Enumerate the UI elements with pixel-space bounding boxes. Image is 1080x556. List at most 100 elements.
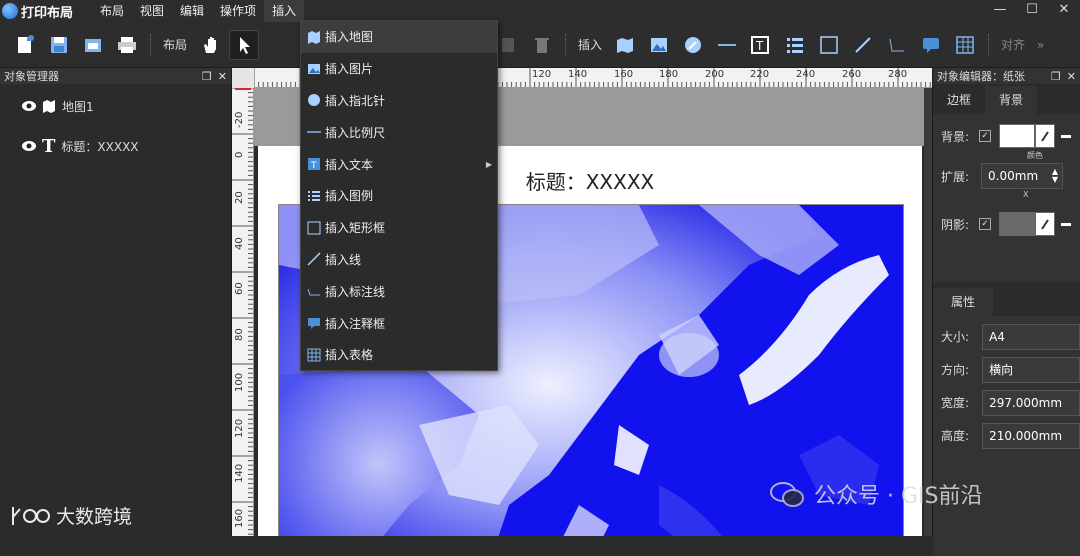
close-icon[interactable]: ✕: [218, 70, 227, 83]
float-icon[interactable]: ❐: [1051, 70, 1061, 83]
line-icon: [307, 252, 321, 266]
menu-item-insert-scalebar[interactable]: 插入比例尺: [301, 116, 497, 148]
menu-actions[interactable]: 操作项: [212, 0, 264, 22]
tab-background[interactable]: 背景: [985, 86, 1038, 114]
prop-width-row: 宽度: 297.000mm: [933, 386, 1080, 419]
insert-legend-button[interactable]: [780, 30, 810, 60]
menu-item-insert-legend[interactable]: 插入图例: [301, 180, 497, 212]
menu-item-insert-table[interactable]: 插入表格: [301, 339, 497, 371]
properties-tabs: 属性: [933, 288, 1080, 316]
object-manager-panel: 对象管理器 ❐ ✕ 地图1 T 标题：XXXXX: [0, 68, 232, 536]
eyedropper-icon[interactable]: [1035, 124, 1056, 148]
eyedropper-icon[interactable]: [1035, 212, 1056, 236]
menu-view[interactable]: 视图: [132, 0, 172, 22]
watermark-logo-icon: [12, 506, 50, 525]
select-tool-button[interactable]: [229, 29, 260, 60]
menu-item-label: 插入图例: [325, 189, 374, 204]
pan-tool-button[interactable]: [195, 30, 225, 60]
insert-comment-button[interactable]: [916, 30, 946, 60]
map-icon: [42, 99, 56, 113]
panel-title: 对象管理器: [4, 70, 59, 83]
tree-item-title[interactable]: T 标题：XXXXX: [0, 126, 231, 166]
menu-insert[interactable]: 插入: [264, 0, 305, 22]
legend-icon: [307, 189, 321, 203]
width-input[interactable]: 297.000mm: [982, 389, 1080, 416]
orientation-select[interactable]: 横向: [982, 356, 1080, 383]
ruler-corner: [232, 68, 254, 88]
layout-label: 布局: [163, 38, 188, 52]
new-layout-button[interactable]: [10, 30, 40, 60]
height-input[interactable]: 210.000mm: [982, 422, 1080, 449]
ruler-tick-label: 280: [888, 69, 908, 80]
minimize-icon[interactable]: —: [984, 0, 1016, 22]
menu-item-label: 插入比例尺: [325, 125, 386, 140]
delete-button[interactable]: [527, 30, 557, 60]
background-color-swatch[interactable]: [999, 124, 1036, 148]
spinner-icon[interactable]: ▲ ▼: [1052, 168, 1058, 184]
vertical-scrollbar[interactable]: [924, 88, 932, 536]
comment-icon: [923, 37, 940, 53]
menu-bar: 打印布局 布局 视图 编辑 操作项 插入 — ☐ ✕: [0, 0, 1080, 22]
watermark-left: 大数跨境: [10, 502, 132, 529]
insert-table-button[interactable]: [950, 30, 980, 60]
expand-caption: X: [1023, 190, 1029, 199]
menu-item-insert-callout-line[interactable]: 插入标注线: [301, 275, 497, 307]
shadow-color-swatch[interactable]: [999, 212, 1036, 236]
menu-item-insert-rectangle[interactable]: 插入矩形框: [301, 212, 497, 244]
menu-item-label: 插入指北针: [325, 93, 386, 108]
insert-compass-button[interactable]: [678, 30, 708, 60]
expand-input[interactable]: 0.00mm ▲ ▼: [981, 163, 1064, 189]
ruler-tick-label: 240: [796, 69, 816, 80]
close-icon[interactable]: ✕: [1067, 70, 1076, 83]
shadow-label: 阴影:: [941, 217, 970, 232]
scalebar-icon: [307, 125, 321, 139]
svg-text:T: T: [755, 39, 764, 53]
ruler-tick-label: 120: [234, 418, 245, 438]
cursor-icon: [240, 36, 251, 54]
tab-border[interactable]: 边框: [933, 86, 985, 114]
menu-item-insert-text[interactable]: T 插入文本 ▶: [301, 148, 497, 180]
image-icon: [651, 37, 668, 52]
dash-icon: [1061, 134, 1072, 138]
more-icon[interactable]: »: [1031, 38, 1050, 52]
insert-text-button[interactable]: T: [746, 30, 776, 60]
open-button[interactable]: [78, 30, 108, 60]
ruler-tick-label: 180: [659, 69, 679, 80]
insert-scalebar-button[interactable]: [712, 30, 742, 60]
menu-item-insert-line[interactable]: 插入线: [301, 244, 497, 276]
menu-item-insert-compass[interactable]: 插入指北针: [301, 85, 497, 117]
save-icon: [51, 36, 67, 53]
close-icon[interactable]: ✕: [1048, 0, 1080, 22]
insert-line-button[interactable]: [848, 30, 878, 60]
ruler-tick-label: 160: [234, 508, 245, 528]
toolbar: 布局 插入 T 对齐 »: [0, 22, 1080, 68]
insert-image-button[interactable]: [644, 30, 674, 60]
menu-item-insert-map[interactable]: 插入地图: [301, 21, 497, 53]
shadow-checkbox[interactable]: ✓: [979, 218, 992, 230]
tree-item-map[interactable]: 地图1: [0, 86, 231, 126]
svg-text:T: T: [310, 161, 317, 171]
ruler-tick-label: 60: [234, 282, 245, 295]
tab-properties[interactable]: 属性: [933, 288, 994, 316]
print-button[interactable]: [112, 30, 142, 60]
size-select[interactable]: A4: [982, 323, 1080, 350]
text-icon: T: [751, 35, 770, 54]
float-icon[interactable]: ❐: [202, 70, 212, 83]
background-checkbox[interactable]: ✓: [979, 130, 992, 142]
insert-map-button[interactable]: [610, 30, 640, 60]
legend-icon: [787, 37, 804, 53]
menu-item-label: 插入文本: [325, 157, 374, 172]
insert-callout-line-button[interactable]: [882, 30, 912, 60]
menu-item-insert-image[interactable]: 插入图片: [301, 53, 497, 85]
menu-item-insert-comment[interactable]: 插入注释框: [301, 307, 497, 339]
menu-edit[interactable]: 编辑: [172, 0, 212, 22]
maximize-icon[interactable]: ☐: [1016, 0, 1048, 22]
menu-item-label: 插入表格: [325, 348, 374, 363]
menu-layout[interactable]: 布局: [92, 0, 132, 22]
eye-icon[interactable]: [22, 141, 36, 151]
insert-rectangle-button[interactable]: [814, 30, 844, 60]
save-button[interactable]: [44, 30, 74, 60]
eye-icon[interactable]: [22, 101, 36, 111]
prop-label: 大小:: [941, 330, 970, 344]
text-icon: T: [42, 135, 56, 157]
